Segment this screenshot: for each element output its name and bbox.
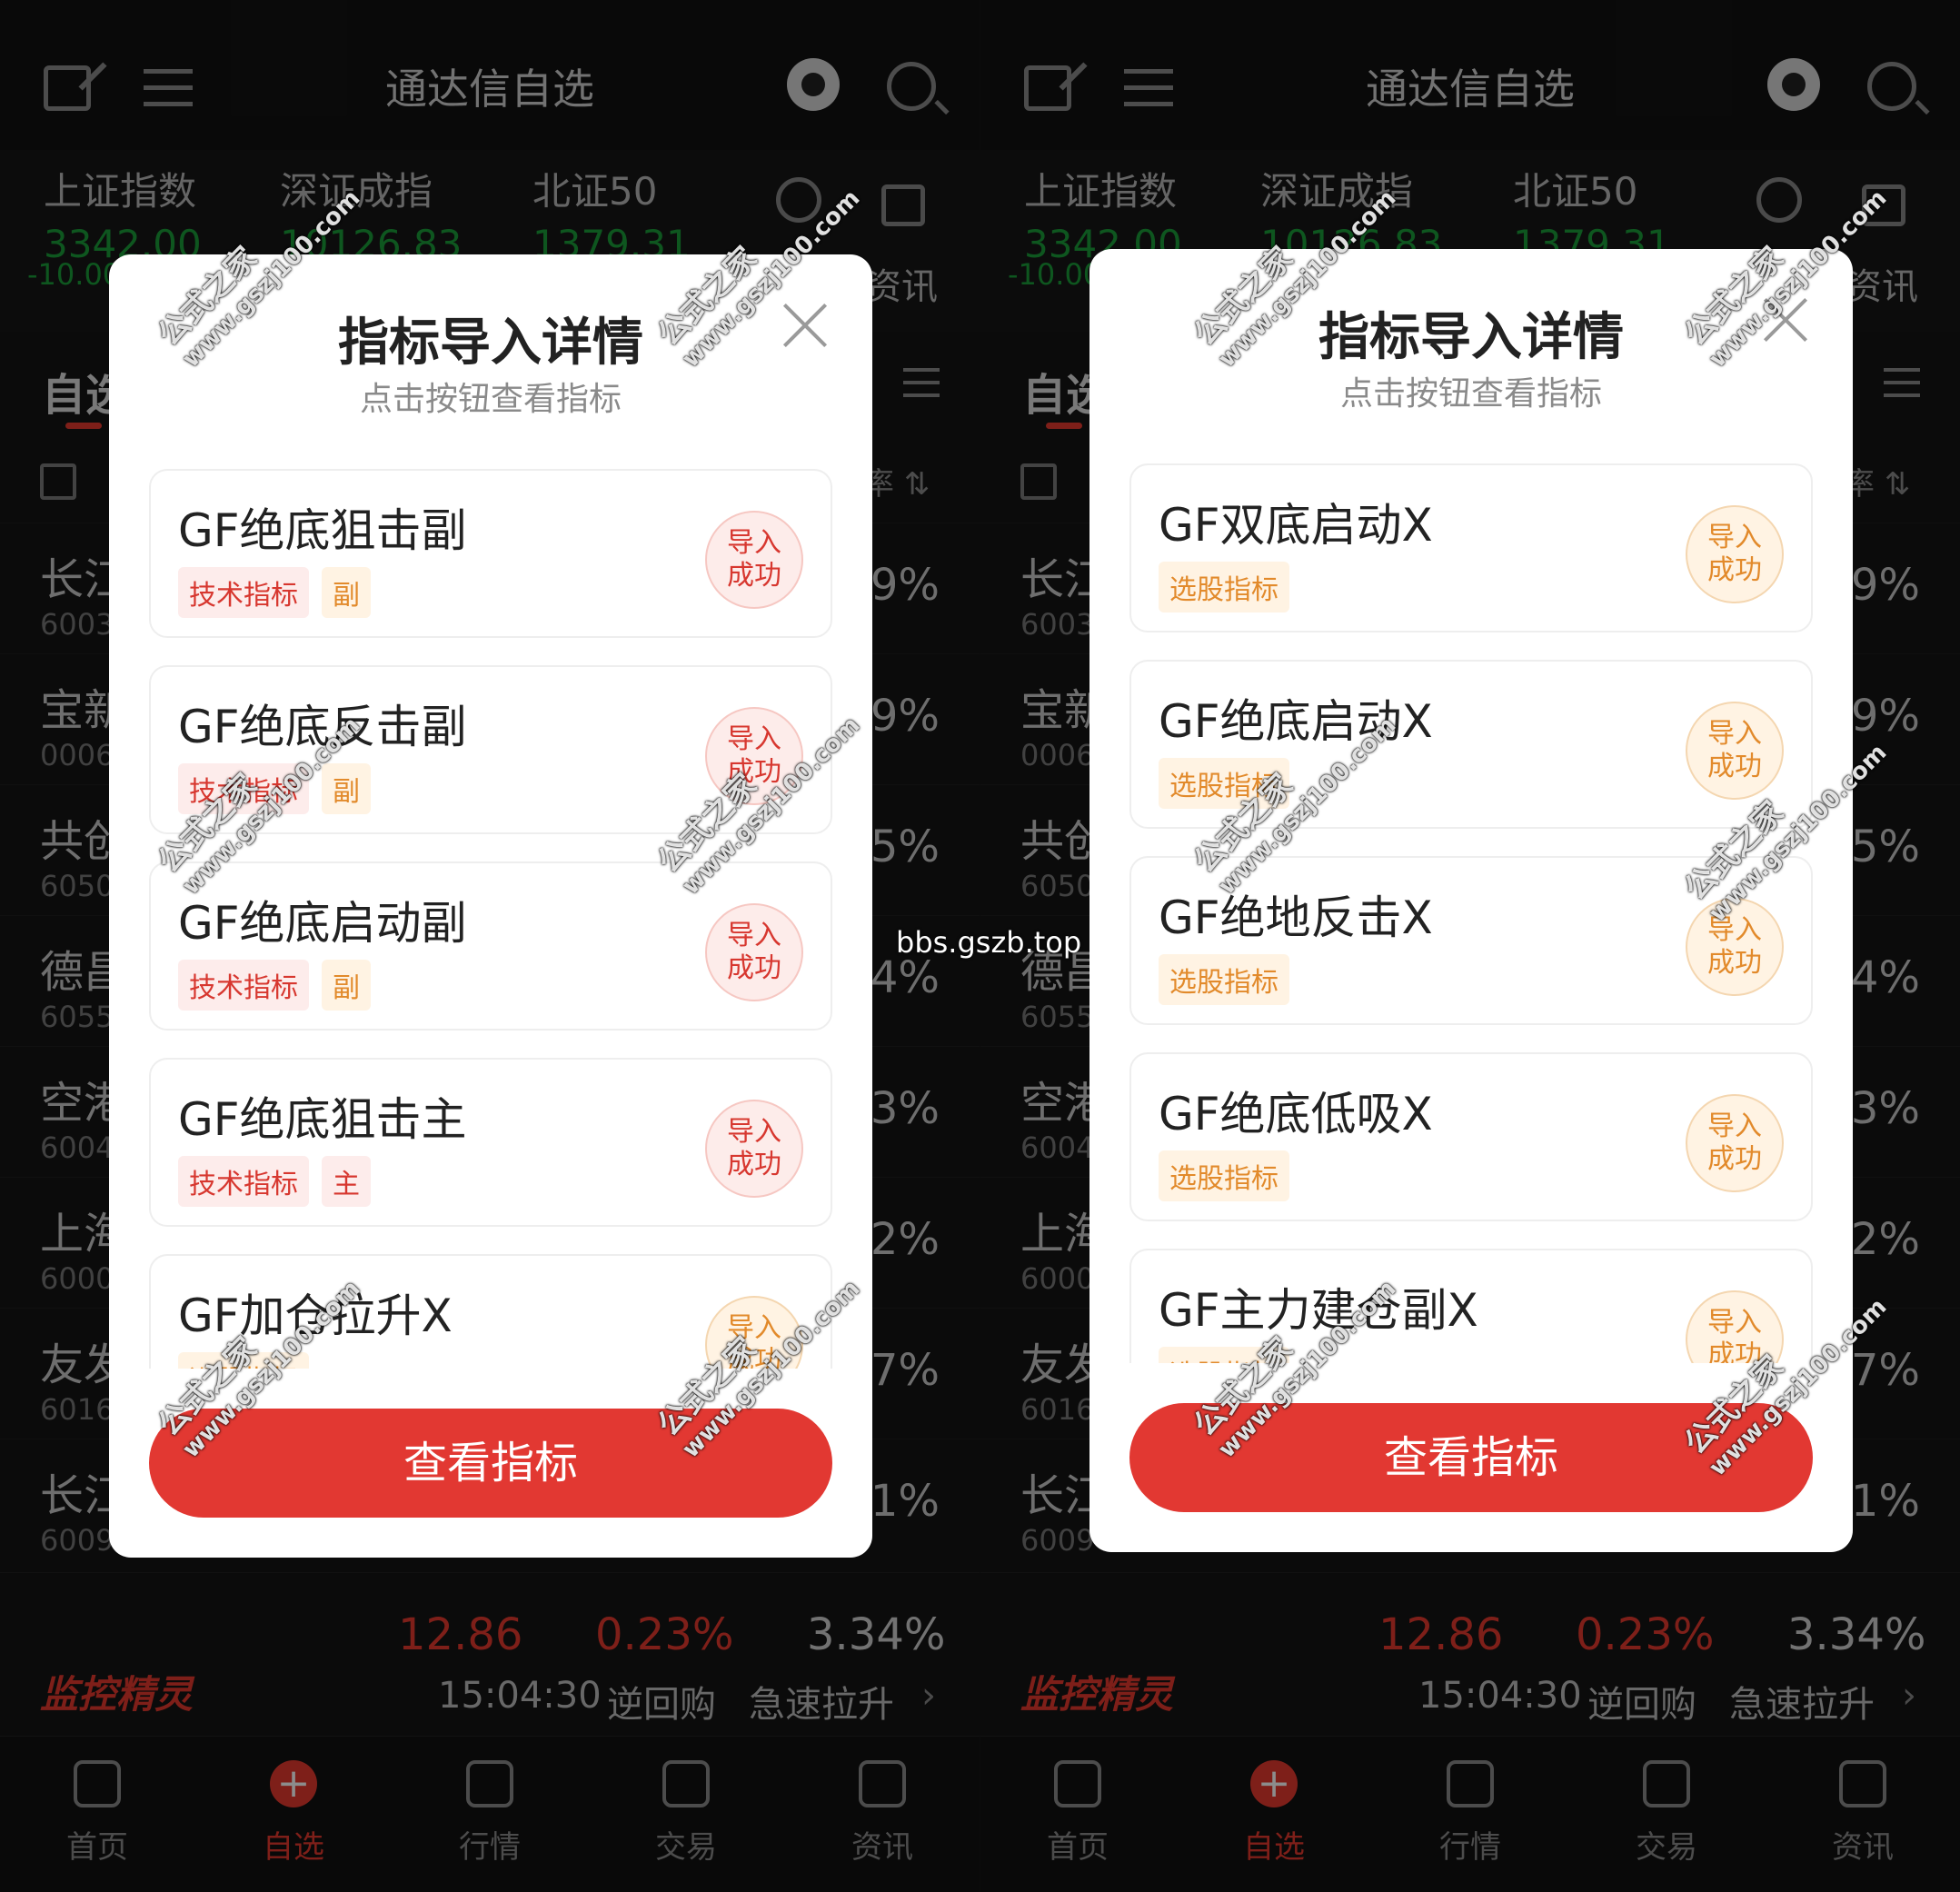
import-success-badge: 导入 成功	[1686, 1094, 1784, 1192]
import-success-badge: 导入 成功	[1686, 702, 1784, 800]
import-success-badge: 导入 成功	[1686, 898, 1784, 996]
indicator-card[interactable]: GF绝底狙击副 技术指标副 导入 成功	[149, 469, 832, 638]
indicator-type-tag: 选股指标	[1159, 1150, 1289, 1201]
status-line: 导入	[727, 527, 781, 559]
modal-title: 指标导入详情	[1318, 308, 1624, 367]
indicator-type-tag: 技术指标	[178, 763, 309, 814]
indicator-card[interactable]: GF加仓拉升X 选股指标 导入成功	[149, 1254, 832, 1369]
status-line: 成功	[1707, 751, 1762, 782]
indicator-tags: 选股指标	[1159, 758, 1289, 809]
import-detail-modal: 指标导入详情 点击按钮查看指标 GF双底启动X 选股指标 导入 成功 GF绝底启动X 选股…	[1089, 249, 1853, 1552]
import-success-badge: 导入 成功	[705, 511, 803, 609]
indicator-name: GF绝底反击副	[178, 701, 467, 753]
status-line: 成功	[1707, 1339, 1762, 1363]
view-indicators-button[interactable]: 查看指标	[1129, 1403, 1813, 1512]
indicator-tags: 技术指标副	[178, 763, 371, 814]
indicator-tags: 选股指标	[1159, 1347, 1289, 1363]
status-line: 导入	[727, 920, 781, 951]
import-success-badge: 导入 成功	[1686, 505, 1784, 603]
indicator-tags: 选股指标	[1159, 562, 1289, 612]
import-success-badge: 导入 成功	[705, 1100, 803, 1198]
status-line: 导入	[727, 1312, 781, 1344]
indicator-position-tag: 副	[322, 960, 371, 1011]
modal-title: 指标导入详情	[338, 314, 643, 373]
status-line: 导入	[1707, 522, 1762, 553]
indicator-name: GF双底启动X	[1159, 499, 1433, 552]
status-line: 成功	[727, 560, 781, 592]
indicator-type-tag: 选股指标	[1159, 758, 1289, 809]
indicator-card[interactable]: GF绝底狙击主 技术指标主 导入 成功	[149, 1058, 832, 1227]
indicator-type-tag: 选股指标	[1159, 562, 1289, 612]
import-success-badge: 导入 成功	[705, 1296, 803, 1369]
indicator-tags: 技术指标主	[178, 1156, 371, 1207]
status-line: 导入	[1707, 718, 1762, 750]
indicator-position-tag: 副	[322, 567, 371, 618]
indicator-position-tag: 主	[322, 1156, 371, 1207]
indicator-position-tag: 副	[322, 763, 371, 814]
indicator-type-tag: 选股指标	[1159, 1347, 1289, 1363]
indicator-name: GF绝底启动副	[178, 897, 467, 950]
indicator-name: GF加仓拉升X	[178, 1290, 453, 1342]
indicator-card[interactable]: GF绝底反击副 技术指标副 导入 成功	[149, 665, 832, 834]
indicator-card[interactable]: GF主力建仓副X 选股指标 导入成功	[1129, 1249, 1813, 1363]
center-watermark-url: bbs.gszb.top	[896, 925, 1082, 960]
indicator-type-tag: 技术指标	[178, 1156, 309, 1207]
import-success-badge: 导入 成功	[1686, 1290, 1784, 1363]
indicator-card[interactable]: GF绝底启动X 选股指标 导入 成功	[1129, 660, 1813, 829]
indicator-name: GF绝地反击X	[1159, 891, 1433, 944]
indicator-tags: 选股指标	[1159, 1150, 1289, 1201]
right-screenshot: 通达信自选 上证指数 3342.00 深证成指 10126.83 北证50 13…	[980, 0, 1960, 1892]
status-line: 成功	[1707, 1143, 1762, 1175]
indicator-name: GF主力建仓副X	[1159, 1284, 1478, 1337]
indicator-card[interactable]: GF绝底低吸X 选股指标 导入 成功	[1129, 1052, 1813, 1221]
view-indicators-button[interactable]: 查看指标	[149, 1409, 832, 1518]
import-success-badge: 导入 成功	[705, 707, 803, 805]
indicator-type-tag: 技术指标	[178, 567, 309, 618]
modal-subtitle: 点击按钮查看指标	[1339, 375, 1602, 413]
left-screenshot: 通达信自选 上证指数 3342.00 深证成指 10126.83 北证50 13…	[0, 0, 980, 1892]
status-line: 导入	[1707, 914, 1762, 946]
indicator-type-tag: 选股指标	[178, 1352, 309, 1369]
status-line: 成功	[727, 756, 781, 788]
indicator-tags: 选股指标	[1159, 954, 1289, 1005]
indicator-name: GF绝底狙击副	[178, 504, 467, 557]
indicator-name: GF绝底狙击主	[178, 1093, 467, 1146]
indicator-name: GF绝底低吸X	[1159, 1088, 1433, 1140]
import-detail-modal: 指标导入详情 点击按钮查看指标 GF绝底狙击副 技术指标副导入 成功 GF绝底反击副技…	[109, 254, 872, 1558]
close-icon[interactable]	[781, 302, 829, 349]
modal-subtitle: 点击按钮查看指标	[359, 381, 622, 418]
status-line: 导入	[727, 723, 781, 755]
indicator-list: GF双底启动X 选股指标 导入 成功 GF绝底启动X 选股指标 导入 成功 GF绝地反击X 选股指…	[1129, 463, 1813, 1363]
indicator-card[interactable]: GF绝地反击X 选股指标 导入 成功	[1129, 856, 1813, 1025]
status-line: 成功	[1707, 554, 1762, 586]
indicator-tags: 技术指标副	[178, 567, 371, 618]
close-icon[interactable]	[1762, 296, 1809, 344]
indicator-list: GF绝底狙击副 技术指标副导入 成功 GF绝底反击副 技术指标副导入 成功 GF绝底启动副技…	[149, 469, 832, 1369]
import-success-badge: 导入 成功	[705, 903, 803, 1001]
status-line: 成功	[727, 1345, 781, 1369]
status-line: 导入	[727, 1116, 781, 1148]
indicator-card[interactable]: GF双底启动X 选股指标 导入 成功	[1129, 463, 1813, 632]
status-line: 成功	[727, 1149, 781, 1180]
indicator-card[interactable]: GF绝底启动副 技术指标副 导入 成功	[149, 861, 832, 1031]
status-line: 导入	[1707, 1307, 1762, 1339]
indicator-type-tag: 技术指标	[178, 960, 309, 1011]
status-line: 成功	[727, 952, 781, 984]
indicator-type-tag: 选股指标	[1159, 954, 1289, 1005]
indicator-name: GF绝底启动X	[1159, 695, 1433, 748]
status-line: 导入	[1707, 1110, 1762, 1142]
status-line: 成功	[1707, 947, 1762, 979]
indicator-tags: 选股指标	[178, 1352, 309, 1369]
indicator-tags: 技术指标副	[178, 960, 371, 1011]
